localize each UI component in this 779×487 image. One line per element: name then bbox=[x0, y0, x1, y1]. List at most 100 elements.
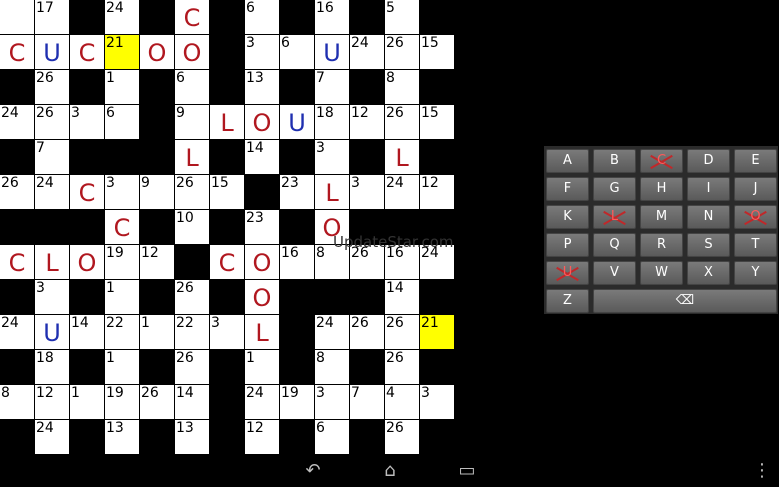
grid-cell[interactable]: 24 bbox=[385, 175, 419, 209]
grid-cell[interactable]: 7 bbox=[350, 385, 384, 419]
grid-cell-selected[interactable]: 21 bbox=[420, 315, 454, 349]
grid-cell[interactable]: 26 bbox=[175, 280, 209, 314]
key-e[interactable]: E bbox=[734, 149, 777, 173]
key-p[interactable]: P bbox=[546, 233, 589, 257]
grid-cell[interactable]: 1 bbox=[140, 315, 174, 349]
grid-cell[interactable]: 26 bbox=[385, 420, 419, 454]
grid-cell[interactable]: 3 bbox=[315, 385, 349, 419]
key-m[interactable]: M bbox=[640, 205, 683, 229]
grid-cell[interactable]: 6 bbox=[315, 420, 349, 454]
key-w[interactable]: W bbox=[640, 261, 683, 285]
grid-cell[interactable]: U bbox=[315, 35, 349, 69]
key-v[interactable]: V bbox=[593, 261, 636, 285]
grid-cell[interactable]: 8 bbox=[315, 350, 349, 384]
grid-cell[interactable]: 24 bbox=[0, 105, 34, 139]
grid-cell[interactable]: 23 bbox=[245, 210, 279, 244]
grid-cell[interactable]: 3 bbox=[105, 175, 139, 209]
grid-cell[interactable]: 19 bbox=[105, 385, 139, 419]
grid-cell[interactable]: 12 bbox=[35, 385, 69, 419]
key-k[interactable]: K bbox=[546, 205, 589, 229]
grid-cell[interactable]: 14 bbox=[245, 140, 279, 174]
grid-cell[interactable]: 10 bbox=[175, 210, 209, 244]
grid-cell[interactable]: 6 bbox=[245, 0, 279, 34]
grid-cell[interactable]: 8 bbox=[385, 70, 419, 104]
grid-cell[interactable]: 15 bbox=[420, 35, 454, 69]
grid-cell[interactable]: 18 bbox=[35, 350, 69, 384]
grid-cell[interactable]: 26 bbox=[35, 70, 69, 104]
grid-cell[interactable]: C bbox=[0, 245, 34, 279]
key-y[interactable]: Y bbox=[734, 261, 777, 285]
grid-cell[interactable]: 3 bbox=[315, 140, 349, 174]
grid-cell[interactable]: 12 bbox=[245, 420, 279, 454]
grid-cell[interactable]: 8 bbox=[0, 385, 34, 419]
grid-cell[interactable]: 24 bbox=[35, 420, 69, 454]
grid-cell[interactable]: 3 bbox=[245, 35, 279, 69]
backspace-button[interactable]: ⌫ bbox=[593, 289, 777, 313]
grid-cell[interactable]: 3 bbox=[350, 175, 384, 209]
grid-cell[interactable]: 1 bbox=[245, 350, 279, 384]
grid-cell[interactable]: 3 bbox=[210, 315, 244, 349]
key-g[interactable]: G bbox=[593, 177, 636, 201]
grid-cell[interactable]: 13 bbox=[245, 70, 279, 104]
key-s[interactable]: S bbox=[687, 233, 730, 257]
grid-cell[interactable]: 22 bbox=[175, 315, 209, 349]
grid-cell[interactable]: 19 bbox=[280, 385, 314, 419]
grid-cell[interactable]: 15 bbox=[210, 175, 244, 209]
grid-cell[interactable]: 26 bbox=[350, 315, 384, 349]
back-icon[interactable]: ↶ bbox=[298, 460, 328, 482]
grid-cell[interactable]: 26 bbox=[35, 105, 69, 139]
grid-cell[interactable]: C bbox=[210, 245, 244, 279]
grid-cell[interactable]: 14 bbox=[175, 385, 209, 419]
grid-cell[interactable]: O bbox=[140, 35, 174, 69]
grid-cell[interactable]: 24 bbox=[350, 35, 384, 69]
grid-cell[interactable]: 26 bbox=[385, 315, 419, 349]
grid-cell[interactable]: 7 bbox=[315, 70, 349, 104]
recents-icon[interactable]: ▭ bbox=[452, 460, 482, 482]
key-i[interactable]: I bbox=[687, 177, 730, 201]
grid-cell[interactable]: 1 bbox=[105, 70, 139, 104]
grid-cell[interactable]: 1 bbox=[70, 385, 104, 419]
grid-cell[interactable]: 14 bbox=[70, 315, 104, 349]
grid-cell[interactable]: 26 bbox=[385, 105, 419, 139]
grid-cell[interactable]: 13 bbox=[175, 420, 209, 454]
grid-cell[interactable]: 9 bbox=[175, 105, 209, 139]
key-z[interactable]: Z bbox=[546, 289, 589, 313]
grid-cell[interactable]: L bbox=[35, 245, 69, 279]
grid-cell[interactable]: 3 bbox=[35, 280, 69, 314]
grid-cell[interactable]: 3 bbox=[420, 385, 454, 419]
grid-cell[interactable] bbox=[0, 0, 34, 34]
grid-cell[interactable]: 24 bbox=[315, 315, 349, 349]
grid-cell[interactable]: L bbox=[210, 105, 244, 139]
grid-cell[interactable]: C bbox=[175, 0, 209, 34]
key-u[interactable]: U bbox=[546, 261, 589, 285]
grid-cell[interactable]: C bbox=[70, 35, 104, 69]
grid-cell[interactable]: 9 bbox=[140, 175, 174, 209]
key-a[interactable]: A bbox=[546, 149, 589, 173]
key-d[interactable]: D bbox=[687, 149, 730, 173]
grid-cell[interactable]: O bbox=[175, 35, 209, 69]
grid-cell[interactable]: 18 bbox=[315, 105, 349, 139]
grid-cell[interactable]: O bbox=[245, 245, 279, 279]
grid-cell[interactable]: 1 bbox=[105, 350, 139, 384]
grid-cell[interactable]: 6 bbox=[175, 70, 209, 104]
grid-cell[interactable]: 22 bbox=[105, 315, 139, 349]
grid-cell[interactable]: C bbox=[70, 175, 104, 209]
grid-cell[interactable]: 23 bbox=[280, 175, 314, 209]
key-n[interactable]: N bbox=[687, 205, 730, 229]
key-h[interactable]: H bbox=[640, 177, 683, 201]
grid-cell[interactable]: 7 bbox=[35, 140, 69, 174]
grid-cell[interactable]: 12 bbox=[140, 245, 174, 279]
key-j[interactable]: J bbox=[734, 177, 777, 201]
grid-cell[interactable]: 12 bbox=[420, 175, 454, 209]
grid-cell[interactable]: 12 bbox=[350, 105, 384, 139]
grid-cell[interactable]: 14 bbox=[385, 280, 419, 314]
grid-cell[interactable]: 1 bbox=[105, 280, 139, 314]
grid-cell[interactable]: 13 bbox=[105, 420, 139, 454]
key-f[interactable]: F bbox=[546, 177, 589, 201]
key-x[interactable]: X bbox=[687, 261, 730, 285]
grid-cell[interactable]: C bbox=[105, 210, 139, 244]
grid-cell[interactable]: L bbox=[175, 140, 209, 174]
grid-cell[interactable]: U bbox=[35, 315, 69, 349]
key-t[interactable]: T bbox=[734, 233, 777, 257]
grid-cell[interactable]: 6 bbox=[105, 105, 139, 139]
